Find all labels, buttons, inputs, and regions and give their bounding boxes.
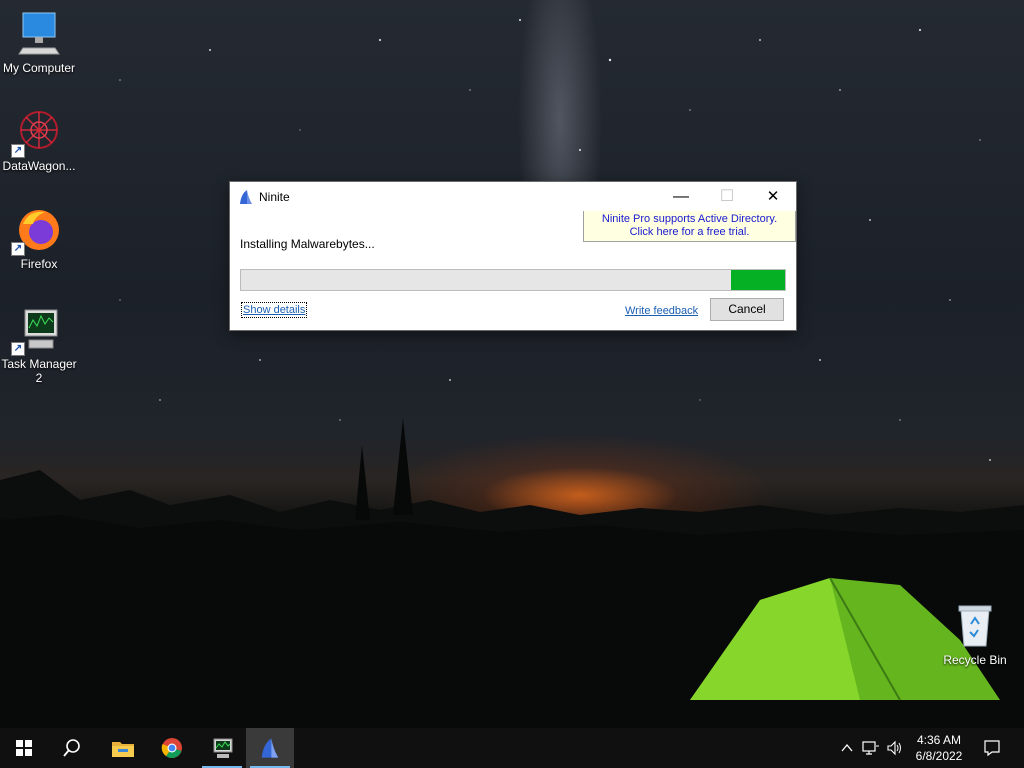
desktop-icon-label: Recycle Bin: [943, 653, 1007, 667]
network-icon: [862, 741, 879, 755]
show-details-link[interactable]: Show details: [240, 302, 308, 318]
desktop-wallpaper: [0, 0, 1024, 728]
desktop-icon-label: My Computer: [2, 61, 76, 75]
ninite-icon: [240, 190, 252, 204]
chevron-up-icon: [841, 743, 853, 752]
desktop-icon-label: Firefox: [20, 257, 58, 271]
minimize-button[interactable]: —: [658, 182, 704, 212]
search-icon: [63, 739, 80, 757]
window-title: Ninite: [259, 190, 290, 204]
search-button[interactable]: [48, 728, 96, 768]
task-manager-icon: ↗: [11, 306, 63, 356]
shortcut-arrow-icon: ↗: [11, 242, 25, 256]
firefox-icon: ↗: [11, 206, 63, 256]
tray-chevron[interactable]: [838, 728, 856, 768]
datawagon-icon: ↗: [11, 108, 63, 158]
ninite-icon: [261, 738, 279, 758]
desktop-icon-task-manager-2[interactable]: ↗ Task Manager 2: [0, 306, 78, 385]
speaker-icon: [887, 740, 901, 756]
desktop-icon-recycle-bin[interactable]: Recycle Bin: [936, 602, 1014, 667]
start-button[interactable]: [0, 728, 48, 768]
recycle-bin-icon: [951, 602, 999, 650]
promo-line-2: Click here for a free trial.: [629, 226, 750, 238]
desktop-icon-my-computer[interactable]: My Computer: [0, 10, 78, 75]
taskbar-clock[interactable]: 4:36 AM 6/8/2022: [905, 732, 973, 764]
mountain-silhouette: [0, 418, 1024, 728]
shortcut-arrow-icon: ↗: [11, 342, 25, 356]
ninite-pro-promo[interactable]: Ninite Pro supports Active Directory. Cl…: [583, 211, 796, 242]
taskbar: 4:36 AM 6/8/2022: [0, 728, 1024, 768]
volume-control[interactable]: [884, 728, 906, 768]
chrome-icon: [161, 738, 182, 758]
desktop-icon-firefox[interactable]: ↗ Firefox: [0, 206, 78, 271]
start-icon: [16, 740, 32, 756]
computer-icon: [15, 10, 63, 58]
clock-date: 6/8/2022: [915, 749, 963, 763]
clock-time: 4:36 AM: [916, 733, 962, 747]
taskbar-ninite[interactable]: [246, 728, 294, 768]
desktop-icon-label: Task Manager 2: [1, 357, 77, 385]
progress-fill: [731, 270, 785, 290]
taskbar-file-explorer[interactable]: [98, 728, 146, 768]
desktop-icon-datawagon[interactable]: ↗ DataWagon...: [0, 108, 78, 173]
shortcut-arrow-icon: ↗: [11, 144, 25, 158]
ninite-window: Ninite — ☐ ✕ Ninite Pro supports Active …: [229, 181, 797, 331]
title-bar[interactable]: Ninite — ☐ ✕: [230, 182, 796, 212]
desktop-icon-label: DataWagon...: [2, 159, 76, 173]
install-status-text: Installing Malwarebytes...: [240, 237, 375, 251]
taskbar-chrome[interactable]: [148, 728, 196, 768]
close-button[interactable]: ✕: [750, 182, 796, 212]
notification-icon: [984, 740, 1000, 757]
network-status[interactable]: [860, 728, 882, 768]
file-explorer-icon: [112, 742, 134, 757]
taskbar-task-manager[interactable]: [198, 728, 246, 768]
cancel-button[interactable]: Cancel: [710, 298, 784, 321]
notifications-button[interactable]: [978, 728, 1008, 768]
install-progress-bar: [240, 269, 786, 291]
maximize-button: ☐: [719, 188, 735, 205]
task-manager-icon: [213, 738, 233, 758]
write-feedback-link[interactable]: Write feedback: [625, 305, 698, 317]
promo-line-1: Ninite Pro supports Active Directory.: [601, 213, 778, 225]
